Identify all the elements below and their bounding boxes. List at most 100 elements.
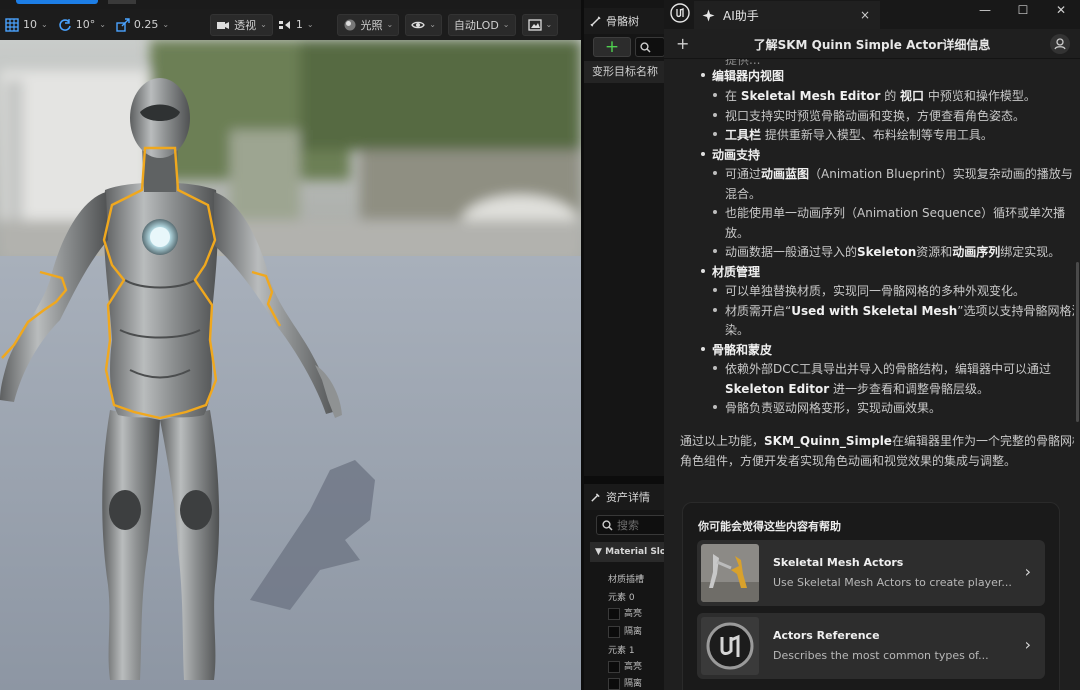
close-tab-icon[interactable]: × (860, 8, 870, 22)
grid-value: 10 (23, 18, 37, 31)
suggestion-title: Actors Reference (773, 629, 880, 642)
highlight-row: 高亮 (608, 606, 642, 620)
list-item-continuation: Skeleton Editor 进一步查看和调整骨骼层级。 (725, 382, 990, 396)
highlight-checkbox[interactable] (608, 607, 620, 620)
camera-speed-button[interactable]: 1 ⌄ (273, 14, 319, 36)
chevron-down-icon: ⌄ (162, 20, 170, 29)
chevron-down-icon: ⌄ (429, 20, 436, 29)
isolate-label: 隔离 (624, 627, 643, 637)
highlight-label: 高亮 (624, 609, 643, 619)
window-controls: — ☐ ✕ (966, 0, 1080, 22)
chevron-down-icon: ⌄ (41, 20, 48, 29)
isolate-row-2: 隔离 (608, 676, 642, 690)
tab-indicator (108, 0, 136, 4)
suggestions-card: 你可能会觉得这些内容有帮助 Skeletal Mesh Actors Use S… (682, 502, 1060, 690)
sparkle-icon (702, 9, 715, 21)
camera-icon (217, 21, 230, 29)
lod-button[interactable]: 自动LOD ⌄ (447, 13, 516, 36)
lighting-mode-button[interactable]: 光照 ⌄ (336, 13, 400, 36)
chat-header: + 了解SKM Quinn Simple Actor详细信息 (664, 29, 1080, 59)
chevron-down-icon: ⌄ (502, 20, 510, 29)
summary-line-continuation: 角色组件，方便开发者实现角色动画和视觉效果的集成与调整。 (680, 454, 1017, 468)
active-tab-indicator (16, 0, 98, 4)
chat-title: 了解SKM Quinn Simple Actor详细信息 (753, 38, 991, 52)
list-item-continuation: 染。 (725, 323, 750, 337)
image-icon (527, 18, 542, 31)
section-title: 动画支持 (712, 148, 761, 162)
app-root: 10 ⌄ 10° ⌄ 0.25 ⌄ 透视 ⌄ 1 ⌄ 光照 ⌄ ⌄ 自动LOD … (0, 0, 1080, 690)
chevron-down-icon: ⌄ (545, 20, 553, 29)
minimize-button[interactable]: — (966, 0, 1004, 22)
material-slots-label: 材质插槽 (608, 575, 645, 585)
highlight-row-2: 高亮 (608, 659, 642, 673)
lighting-icon (344, 19, 356, 30)
suggestion-title: Skeletal Mesh Actors (773, 556, 904, 569)
chevron-right-icon: › (1024, 635, 1031, 654)
camera-speed-value: 1 (295, 18, 303, 31)
maximize-button[interactable]: ☐ (1004, 0, 1042, 22)
list-item: 动画数据一般通过导入的Skeleton资源和动画序列绑定实现。 (725, 245, 1061, 259)
isolate-row: 隔离 (608, 624, 642, 638)
new-chat-button[interactable]: + (676, 34, 689, 53)
chevron-down-icon: ⌄ (260, 20, 267, 29)
list-item: 依赖外部DCC工具导出并导入的骨骼结构，编辑器中可以通过 (725, 362, 1052, 376)
list-item: 可以单独替换材质，实现同一骨骼网格的多种外观变化。 (725, 284, 1026, 298)
scale-snap-button[interactable]: 0.25 ⌄ (111, 14, 174, 36)
search-icon (602, 519, 613, 531)
viewport[interactable]: 10 ⌄ 10° ⌄ 0.25 ⌄ 透视 ⌄ 1 ⌄ 光照 ⌄ ⌄ 自动LOD … (0, 0, 581, 690)
grid-snap-button[interactable]: 10 ⌄ (0, 14, 53, 36)
panel-divider[interactable] (584, 476, 667, 484)
plus-icon: + (604, 36, 620, 57)
morph-target-column-header[interactable]: 变形目标名称 (584, 61, 667, 83)
section-title: 骨骼和蒙皮 (712, 343, 773, 357)
element-0-label: 元素 0 (608, 593, 635, 603)
avatar[interactable] (1050, 34, 1070, 54)
eye-icon (411, 21, 425, 28)
chevron-down-icon: ⌄ (99, 20, 106, 29)
asset-details-tab[interactable]: 资产详情 (584, 484, 667, 510)
rotation-snap-button[interactable]: 10° ⌄ (53, 14, 111, 36)
list-item-continuation: 放。 (725, 226, 750, 240)
skeleton-tree-tab[interactable]: 骨骼树 (584, 8, 667, 34)
viewport-scene[interactable] (0, 40, 581, 690)
suggestion-desc: Use Skeletal Mesh Actors to create playe… (773, 576, 1012, 589)
chevron-down-icon: ⌄ (306, 20, 314, 29)
highlight-checkbox-2[interactable] (608, 660, 620, 673)
summary-line: 通过以上功能，SKM_Quinn_Simple在编辑器里作为一个完整的骨骼网格 (680, 434, 1074, 448)
suggestions-title: 你可能会觉得这些内容有帮助 (698, 520, 841, 533)
asset-details-label: 资产详情 (606, 491, 650, 504)
isolate-checkbox[interactable] (608, 625, 620, 638)
section-label: Material Slots (605, 547, 667, 557)
show-flags-button[interactable]: ⌄ (405, 13, 442, 36)
screen-options-button[interactable]: ⌄ (521, 13, 559, 36)
list-item-continuation: 混合。 (725, 187, 762, 201)
close-window-button[interactable]: ✕ (1042, 0, 1080, 22)
view-mode-button[interactable]: 透视 ⌄ (210, 13, 273, 36)
camera-speed-icon (278, 20, 290, 29)
scrollbar-thumb[interactable] (1076, 262, 1079, 422)
list-item: 可通过动画蓝图（Animation Blueprint）实现复杂动画的播放与 (725, 167, 1073, 181)
scale-icon (116, 17, 130, 32)
asset-search-input[interactable]: 搜索 (596, 515, 667, 535)
character-preview (0, 40, 581, 690)
suggestion-item[interactable]: Actors Reference Describes the most comm… (697, 613, 1045, 679)
collapse-arrow-icon: ▼ (595, 547, 606, 557)
rotate-icon (58, 18, 71, 31)
ai-assistant-tab[interactable]: AI助手 × (694, 1, 880, 29)
search-icon (640, 41, 651, 53)
isolate-checkbox-2[interactable] (608, 677, 620, 690)
material-slots-section[interactable]: ▼ Material Slots (590, 542, 667, 562)
details-icon (591, 492, 600, 502)
list-item: 骨骼负责驱动网格变形，实现动画效果。 (725, 401, 942, 415)
bone-icon (590, 15, 601, 27)
skeleton-search-input[interactable] (635, 37, 665, 57)
view-mode-label: 透视 (234, 18, 257, 32)
chat-content: 提供... 编辑器内视图 在 Skeletal Mesh Editor 的 视口… (664, 59, 1074, 690)
suggestion-thumbnail (701, 544, 759, 602)
add-button[interactable]: + (593, 37, 631, 57)
scale-value: 0.25 (133, 18, 159, 31)
highlight-label-2: 高亮 (624, 662, 643, 672)
suggestion-item[interactable]: Skeletal Mesh Actors Use Skeletal Mesh A… (697, 540, 1045, 606)
viewport-toolbar: 10 ⌄ 10° ⌄ 0.25 ⌄ 透视 ⌄ 1 ⌄ 光照 ⌄ ⌄ 自动LOD … (0, 9, 581, 40)
angle-value: 10° (75, 18, 96, 31)
